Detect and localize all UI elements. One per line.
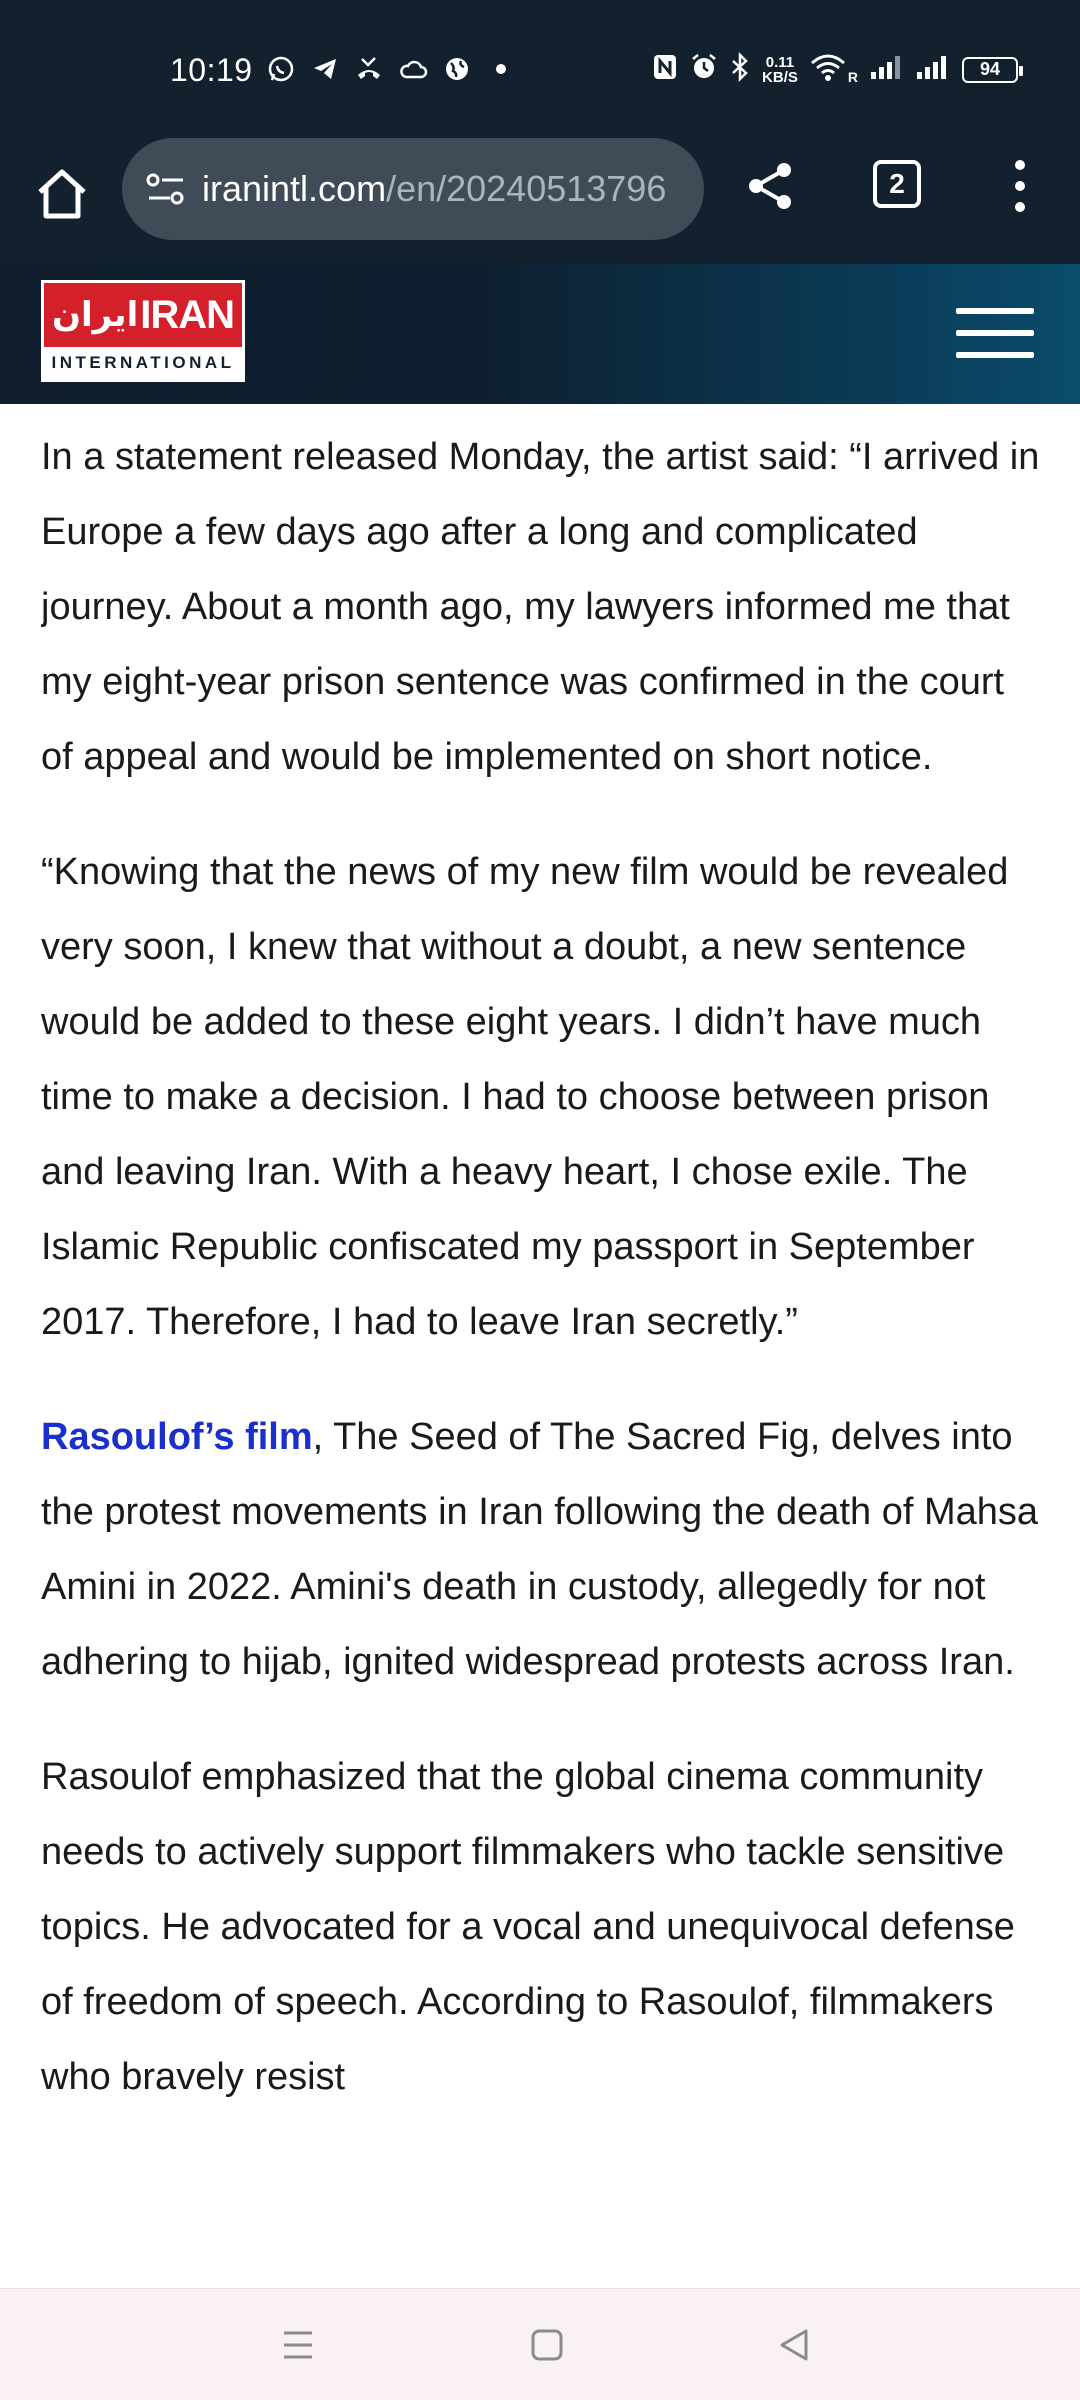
menu-dot [1015, 181, 1025, 191]
home-nav-button[interactable] [519, 2317, 575, 2373]
site-settings-icon[interactable] [142, 165, 190, 213]
whatsapp-icon [266, 54, 296, 84]
browser-menu-button[interactable] [1000, 154, 1040, 218]
menu-dot [1015, 160, 1025, 170]
telegram-icon [310, 54, 340, 84]
status-bar: 10:19 0.11 KB/S R 94 [0, 0, 1080, 136]
nfc-icon [652, 53, 678, 86]
notification-icons [266, 54, 516, 84]
alarm-icon [690, 53, 718, 86]
logo-farsi: ایران [51, 295, 139, 335]
bluetooth-icon [730, 51, 750, 87]
url-text: iranintl.com/en/20240513796 [202, 168, 666, 210]
rasoulof-film-link[interactable]: Rasoulof’s film [41, 1416, 313, 1458]
address-bar[interactable]: iranintl.com/en/20240513796 [122, 138, 704, 240]
system-navigation-bar [0, 2288, 1080, 2400]
signal-icon [870, 54, 904, 85]
wifi-icon [810, 53, 846, 86]
system-status-icons: 0.11 KB/S R 94 [652, 51, 1023, 87]
article-paragraph: Rasoulof emphasized that the global cine… [41, 1756, 1015, 2098]
iran-international-logo[interactable]: ایران IRAN INTERNATIONAL [41, 280, 245, 382]
logo-top: ایران IRAN [44, 283, 242, 347]
article-paragraph: “Knowing that the news of my new film wo… [41, 851, 1009, 1343]
network-speed-unit: KB/S [762, 68, 798, 86]
roaming-label: R [847, 68, 858, 85]
logo-subtitle: INTERNATIONAL [44, 347, 242, 379]
back-button[interactable] [766, 2317, 822, 2373]
share-icon [749, 163, 791, 209]
cloud-icon [398, 54, 428, 84]
network-speed: 0.11 KB/S [762, 55, 798, 85]
globe-icon [442, 54, 472, 84]
status-time: 10:19 [170, 52, 253, 88]
home-square-icon [531, 2329, 563, 2361]
network-speed-value: 0.11 [765, 53, 795, 71]
hamburger-line [956, 330, 1034, 336]
missed-call-icon [354, 54, 384, 84]
article-body: In a statement released Monday, the arti… [41, 404, 1041, 2288]
site-header: ایران IRAN INTERNATIONAL [0, 264, 1080, 404]
browser-toolbar: iranintl.com/en/20240513796 2 [0, 136, 1080, 264]
menu-dot [1015, 202, 1025, 212]
home-button[interactable] [28, 160, 96, 228]
url-host: iranintl.com [202, 168, 387, 209]
article-paragraph: Rasoulof’s film, The Seed of The Sacred … [41, 1400, 1041, 1700]
logo-english: IRAN [140, 292, 235, 337]
back-triangle-icon [780, 2329, 808, 2361]
tab-count: 2 [889, 168, 905, 199]
hamburger-line [956, 308, 1034, 314]
share-button[interactable] [740, 156, 800, 216]
hamburger-line [956, 352, 1034, 358]
hamburger-menu-icon[interactable] [956, 308, 1034, 358]
battery-level: 94 [979, 59, 1001, 79]
recents-icon [284, 2331, 312, 2359]
recents-button[interactable] [270, 2317, 326, 2373]
home-icon [38, 169, 86, 219]
dot-icon [486, 54, 516, 84]
signal-icon [916, 54, 950, 85]
battery-icon: 94 [962, 56, 1023, 83]
tab-switcher-button[interactable]: 2 [873, 160, 921, 208]
article-paragraph: In a statement released Monday, the arti… [41, 436, 1040, 778]
url-path: /en/20240513796 [386, 168, 667, 209]
